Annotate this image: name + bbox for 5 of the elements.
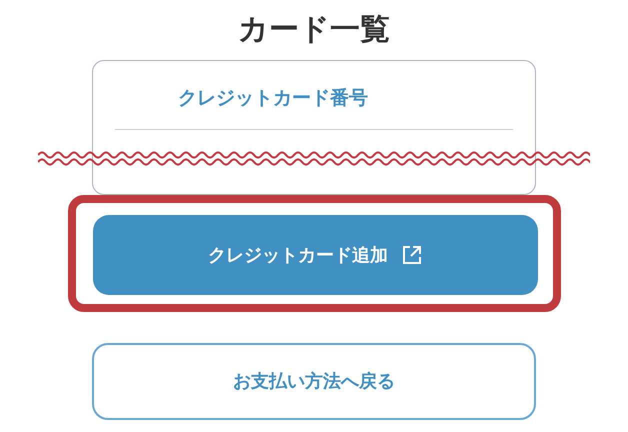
back-button[interactable]: お支払い方法へ戻る — [92, 343, 536, 420]
external-link-icon — [402, 245, 422, 265]
add-card-button[interactable]: クレジットカード追加 — [92, 215, 538, 295]
card-number-label: クレジットカード番号 — [178, 86, 369, 111]
page-title: カード一覧 — [238, 11, 390, 49]
